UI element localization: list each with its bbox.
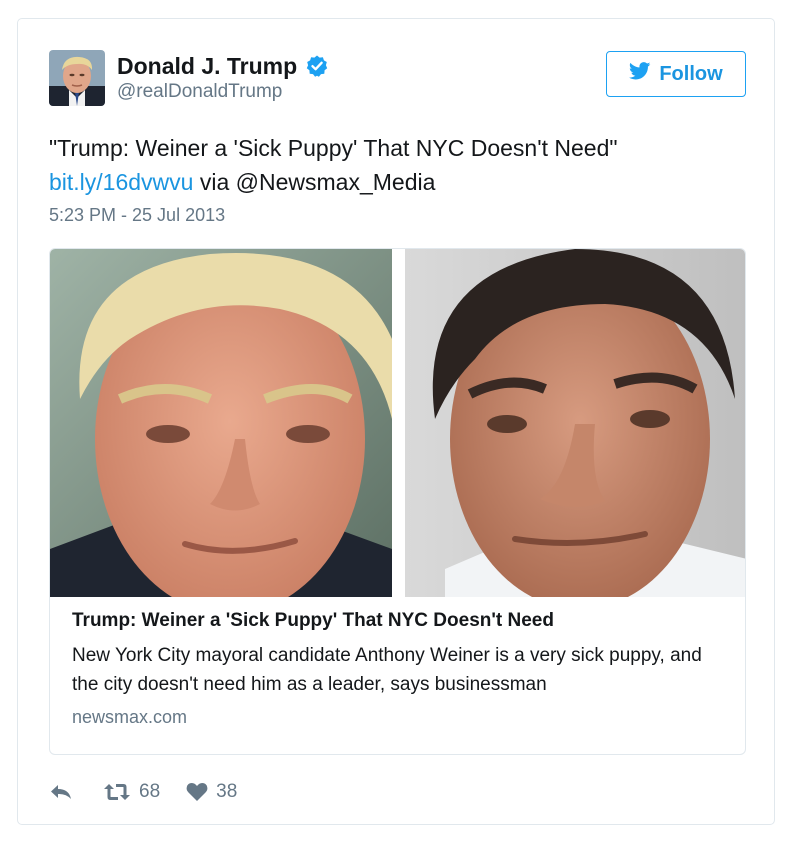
follow-button[interactable]: Follow [606,51,746,97]
link-card[interactable]: Trump: Weiner a 'Sick Puppy' That NYC Do… [49,248,746,755]
card-domain: newsmax.com [72,707,188,727]
tweet-actions: 68 38 [49,777,237,807]
card-image[interactable] [50,249,745,597]
follow-label: Follow [659,62,723,85]
twitter-bird-icon [629,62,651,86]
card-description: New York City mayoral candidate Anthony … [72,645,702,695]
author-info[interactable]: Donald J. Trump @realDonaldTrump [117,52,329,104]
retweet-button[interactable]: 68 [103,781,160,803]
tweet-link[interactable]: bit.ly/16dvwvu [49,169,193,195]
timestamp[interactable]: 5:23 PM - 25 Jul 2013 [49,204,225,226]
tweet-card: Donald J. Trump @realDonaldTrump Follow … [17,18,775,825]
retweet-icon [103,782,131,802]
heart-icon [186,782,208,802]
avatar-photo [49,50,105,106]
card-body[interactable]: Trump: Weiner a 'Sick Puppy' That NYC Do… [72,609,727,729]
reply-icon [49,782,73,802]
reply-button[interactable] [49,782,73,802]
tweet-quote: "Trump: Weiner a 'Sick Puppy' That NYC D… [49,135,618,161]
avatar[interactable] [49,50,105,106]
like-count: 38 [216,781,238,802]
display-name[interactable]: Donald J. Trump [117,52,297,80]
tweet-link-line: bit.ly/16dvwvu via @Newsmax_Media [49,165,749,199]
user-handle[interactable]: @realDonaldTrump [117,80,329,104]
tweet-via-text: via @Newsmax_Media [193,169,436,195]
like-button[interactable]: 38 [186,781,237,803]
card-photo-left [50,249,392,597]
retweet-count: 68 [139,781,161,802]
card-title[interactable]: Trump: Weiner a 'Sick Puppy' That NYC Do… [72,609,727,633]
verified-badge-icon [305,54,329,78]
card-photo-right [405,249,745,597]
tweet-text: "Trump: Weiner a 'Sick Puppy' That NYC D… [49,131,749,199]
